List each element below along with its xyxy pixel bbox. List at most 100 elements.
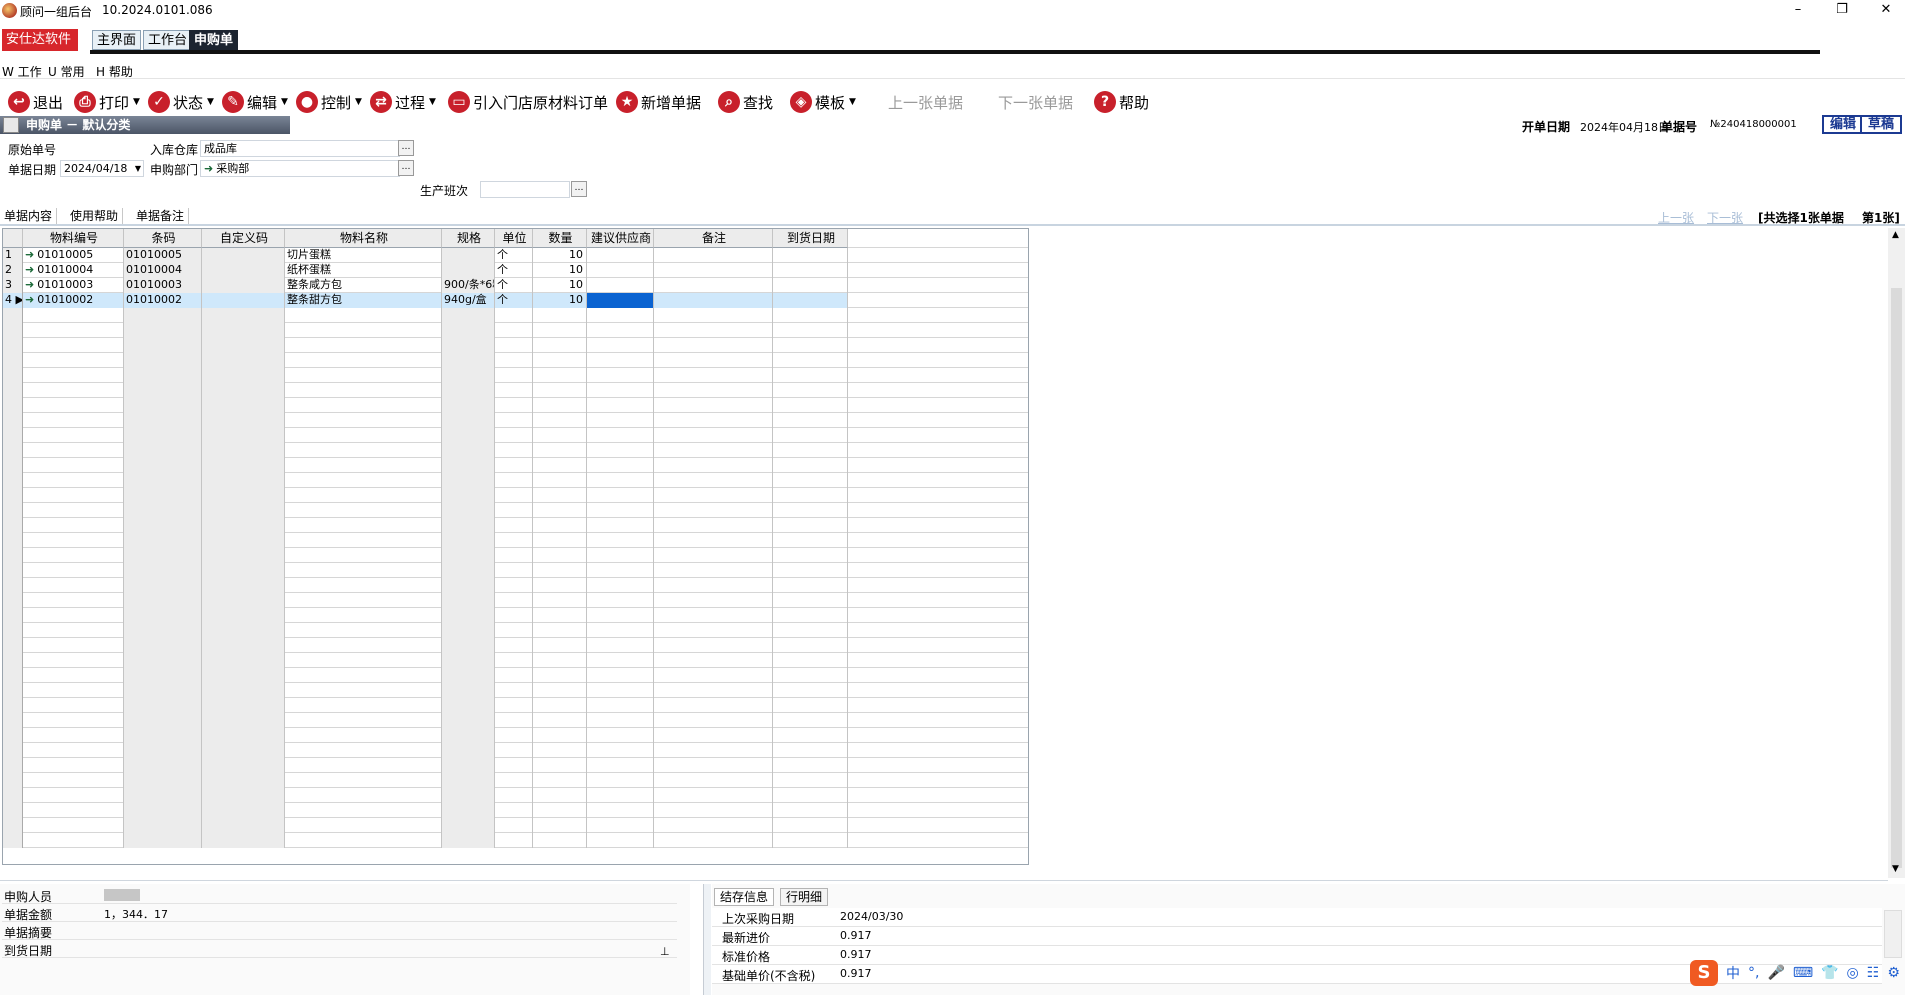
cell-name[interactable] <box>285 503 442 518</box>
row-number[interactable] <box>3 548 23 563</box>
table-row[interactable] <box>3 668 1028 683</box>
cell-barcode[interactable] <box>124 818 202 833</box>
cell-barcode[interactable] <box>124 458 202 473</box>
cell-arrive-date[interactable] <box>773 413 848 428</box>
cell-qty[interactable] <box>533 443 587 458</box>
cell-supplier[interactable] <box>587 818 654 833</box>
cell-code[interactable] <box>23 638 124 653</box>
row-number[interactable] <box>3 368 23 383</box>
table-row[interactable]: 2 ➜ 01010004 01010004 纸杯蛋糕个 10 <box>3 263 1028 278</box>
cell-spec[interactable] <box>442 803 495 818</box>
cell-barcode[interactable] <box>124 548 202 563</box>
cell-custom-code[interactable] <box>202 458 285 473</box>
cell-code[interactable] <box>23 713 124 728</box>
cell-custom-code[interactable] <box>202 668 285 683</box>
table-row[interactable]: 1 ➜ 01010005 01010005 切片蛋糕个 10 <box>3 248 1028 263</box>
cell-qty[interactable] <box>533 533 587 548</box>
cell-custom-code[interactable] <box>202 638 285 653</box>
row-number[interactable] <box>3 638 23 653</box>
cell-custom-code[interactable] <box>202 518 285 533</box>
table-row[interactable] <box>3 368 1028 383</box>
row-number[interactable] <box>3 728 23 743</box>
row-number[interactable] <box>3 383 23 398</box>
expand-down-icon[interactable]: ⊥ <box>660 945 670 958</box>
table-row[interactable] <box>3 518 1028 533</box>
ime-emoji-icon[interactable]: ◎ <box>1847 965 1859 981</box>
row-number[interactable] <box>3 533 23 548</box>
cell-qty[interactable] <box>533 503 587 518</box>
table-row[interactable] <box>3 338 1028 353</box>
cell-custom-code[interactable] <box>202 698 285 713</box>
pager-next-link[interactable]: 下一张 <box>1707 209 1743 226</box>
cell-unit[interactable] <box>495 803 533 818</box>
cell-code[interactable]: ➜ 01010004 <box>23 263 124 278</box>
table-row[interactable] <box>3 818 1028 833</box>
warehouse-field[interactable]: 成品库 <box>200 140 400 157</box>
table-row[interactable] <box>3 833 1028 848</box>
table-row[interactable] <box>3 638 1028 653</box>
cell-arrive-date[interactable] <box>773 443 848 458</box>
cell-code[interactable] <box>23 758 124 773</box>
cell-arrive-date[interactable] <box>773 728 848 743</box>
summary-row[interactable]: 单据摘要 <box>2 923 677 940</box>
summary-row[interactable]: 到货日期 <box>2 941 677 958</box>
cell-code[interactable] <box>23 773 124 788</box>
cell-note[interactable] <box>654 698 773 713</box>
cell-arrive-date[interactable] <box>773 338 848 353</box>
cell-unit[interactable]: 个 <box>495 293 533 308</box>
cell-arrive-date[interactable] <box>773 533 848 548</box>
cell-supplier[interactable] <box>587 413 654 428</box>
cell-qty[interactable] <box>533 308 587 323</box>
cell-note[interactable] <box>654 743 773 758</box>
cell-spec[interactable] <box>442 533 495 548</box>
cell-supplier[interactable] <box>587 563 654 578</box>
cell-supplier[interactable] <box>587 608 654 623</box>
control-button[interactable]: ● 控制 ▼ <box>296 90 362 114</box>
table-row[interactable] <box>3 683 1028 698</box>
cell-supplier[interactable] <box>587 803 654 818</box>
cell-barcode[interactable] <box>124 398 202 413</box>
cell-arrive-date[interactable] <box>773 683 848 698</box>
cell-spec[interactable] <box>442 443 495 458</box>
cell-note[interactable] <box>654 458 773 473</box>
cell-arrive-date[interactable] <box>773 368 848 383</box>
cell-arrive-date[interactable] <box>773 548 848 563</box>
cell-code[interactable] <box>23 353 124 368</box>
cell-unit[interactable] <box>495 368 533 383</box>
cell-custom-code[interactable] <box>202 758 285 773</box>
cell-note[interactable] <box>654 293 773 308</box>
cell-code[interactable] <box>23 833 124 848</box>
cell-note[interactable] <box>654 413 773 428</box>
cell-name[interactable] <box>285 833 442 848</box>
cell-supplier[interactable] <box>587 278 654 293</box>
cell-name[interactable] <box>285 713 442 728</box>
cell-unit[interactable] <box>495 548 533 563</box>
cell-qty[interactable] <box>533 518 587 533</box>
menu-help[interactable]: H 帮助 <box>96 63 133 80</box>
ime-punct-icon[interactable]: °, <box>1748 965 1759 981</box>
cell-unit[interactable] <box>495 518 533 533</box>
row-number[interactable] <box>3 518 23 533</box>
cell-barcode[interactable] <box>124 503 202 518</box>
cell-name[interactable] <box>285 563 442 578</box>
column-header-note[interactable]: 备注 <box>654 229 773 248</box>
cell-unit[interactable]: 个 <box>495 248 533 263</box>
table-row[interactable] <box>3 608 1028 623</box>
column-header-name[interactable]: 物料名称 <box>285 229 442 248</box>
cell-custom-code[interactable] <box>202 443 285 458</box>
table-row[interactable] <box>3 758 1028 773</box>
cell-name[interactable] <box>285 623 442 638</box>
table-row[interactable] <box>3 353 1028 368</box>
cell-code[interactable] <box>23 548 124 563</box>
cell-note[interactable] <box>654 323 773 338</box>
cell-custom-code[interactable] <box>202 548 285 563</box>
cell-qty[interactable] <box>533 788 587 803</box>
cell-arrive-date[interactable] <box>773 773 848 788</box>
cell-qty[interactable] <box>533 413 587 428</box>
cell-spec[interactable] <box>442 368 495 383</box>
cell-barcode[interactable] <box>124 323 202 338</box>
cell-unit[interactable] <box>495 758 533 773</box>
cell-spec[interactable]: 940g/盒（7 <box>442 293 495 308</box>
detail-row[interactable]: 最新进价 0.917 <box>712 927 1882 946</box>
doc-date-field[interactable]: 2024/04/18 ▼ <box>60 160 144 177</box>
